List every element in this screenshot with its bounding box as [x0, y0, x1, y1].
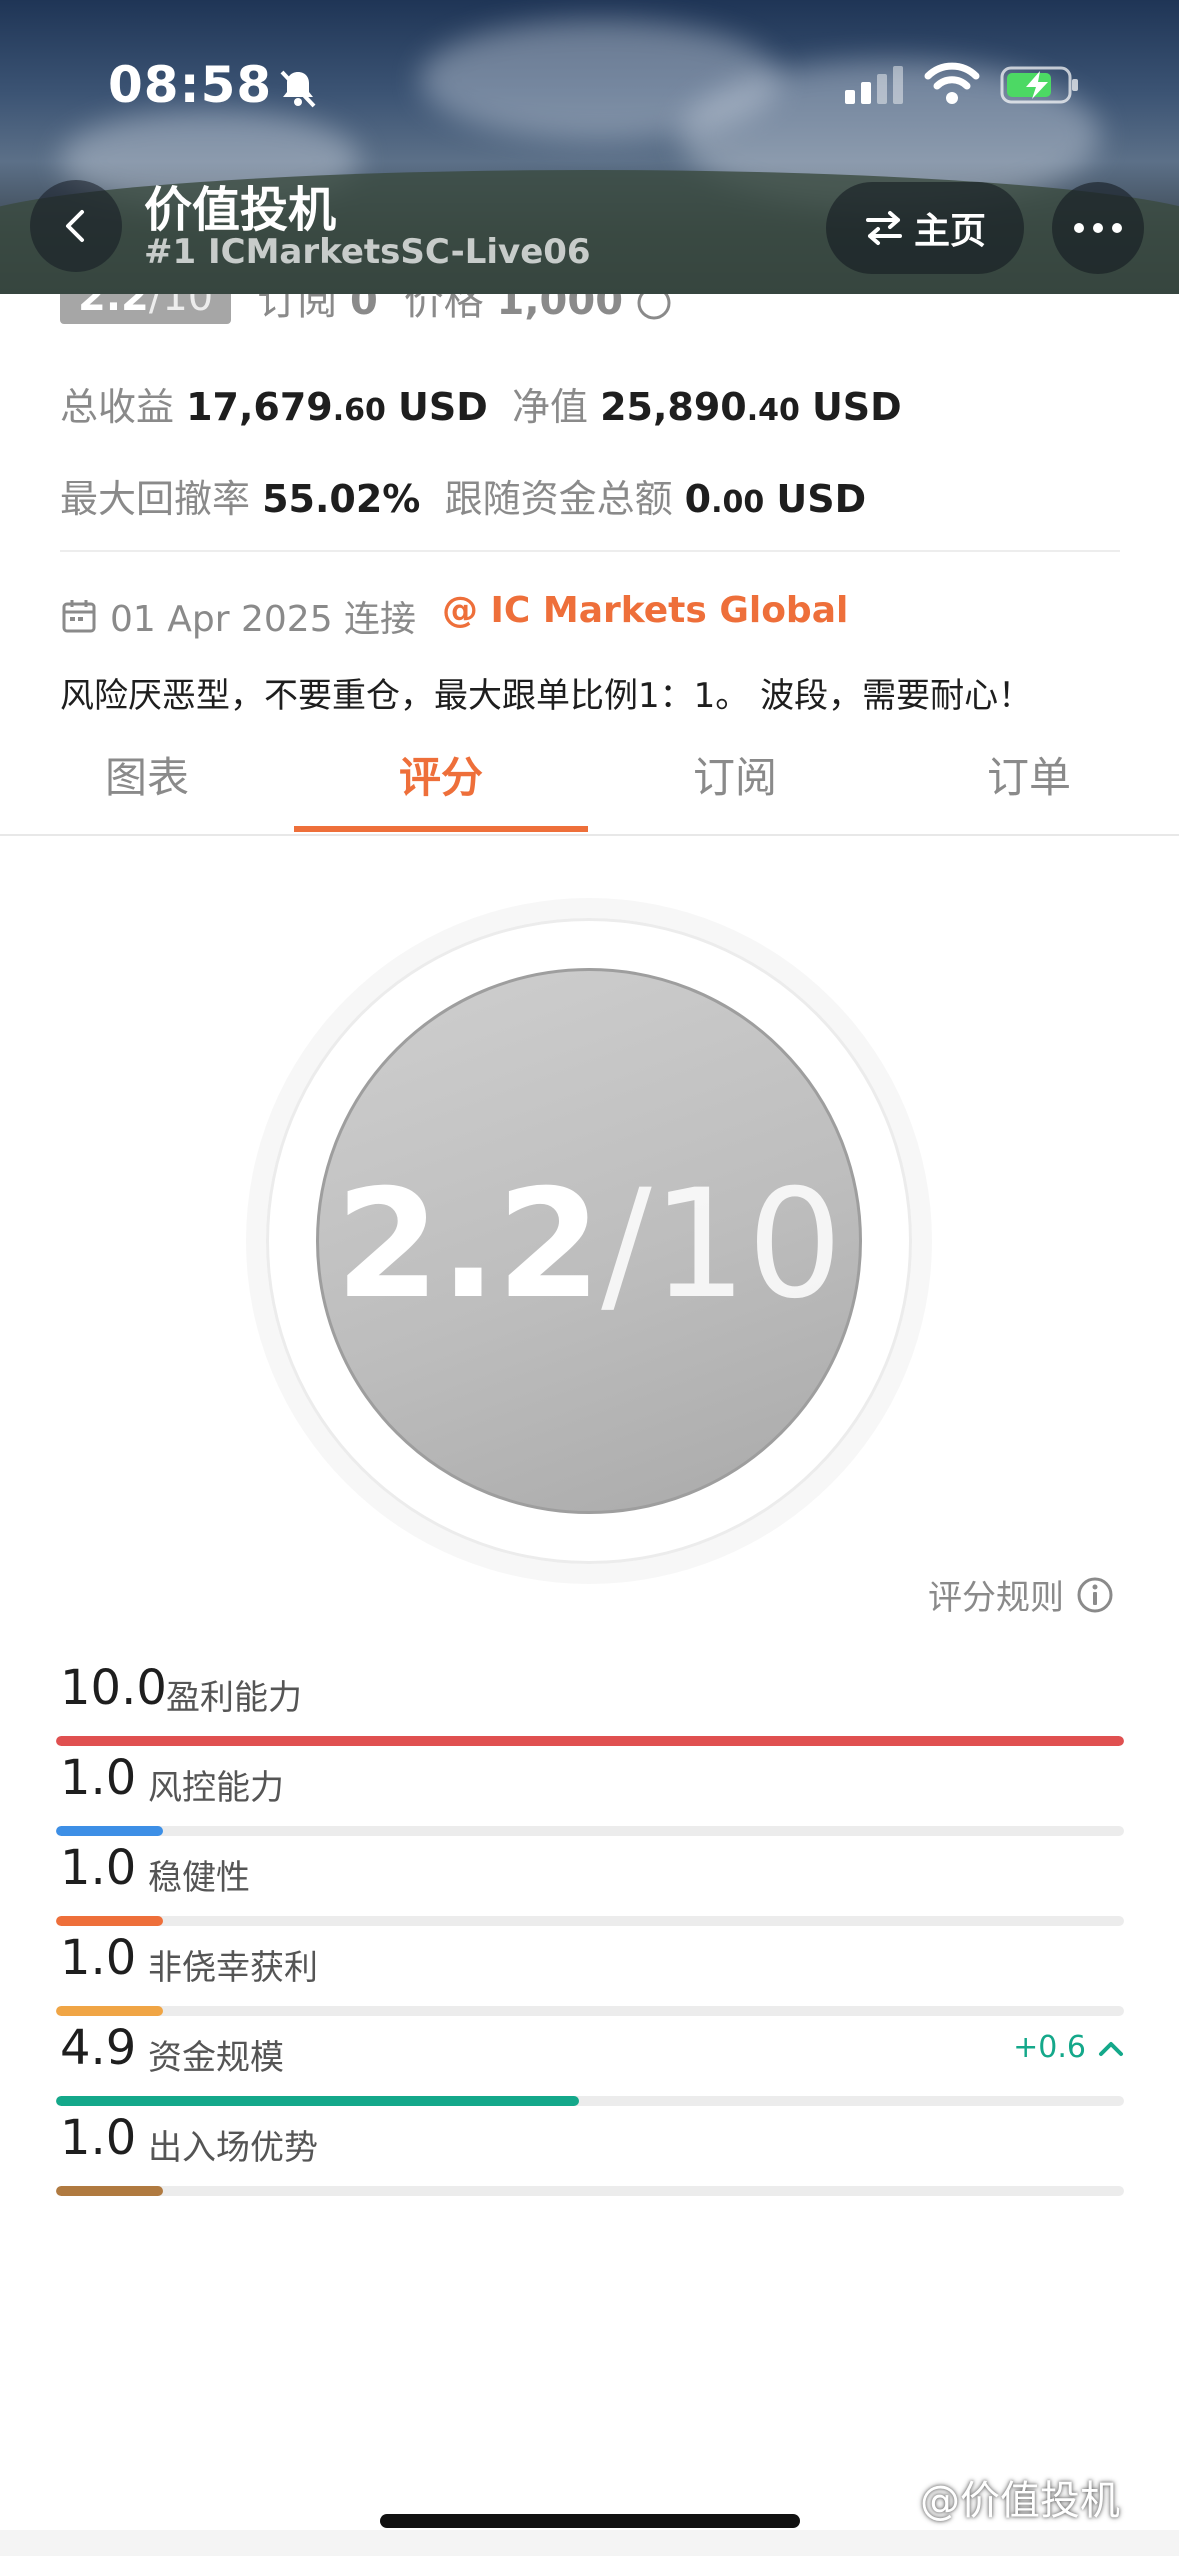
metric-delta: +0.6: [1013, 2030, 1124, 2065]
max-drawdown-value: 55.02%: [262, 477, 421, 521]
metric-delta-text: +0.6: [1013, 2030, 1086, 2065]
metric-label: 非侥幸获利: [148, 1948, 318, 1988]
metric-bar-track: [56, 1916, 1124, 1926]
bottom-strip: [0, 2530, 1179, 2556]
subscribe-label: 订阅: [257, 294, 338, 324]
metric-value: 1.0: [60, 2110, 137, 2166]
price-label: 价格: [403, 294, 484, 324]
metric-label: 盈利能力: [166, 1678, 302, 1718]
chevron-up-icon[interactable]: [1098, 2039, 1124, 2057]
metric-label: 稳健性: [148, 1858, 250, 1898]
coin-icon: [637, 294, 671, 320]
metric-label: 资金规模: [148, 2038, 284, 2078]
home-indicator: [380, 2514, 800, 2528]
follow-total-currency: USD: [776, 477, 867, 521]
drawdown-row: 最大回撤率 55.02% 跟随资金总额 0.00 USD: [60, 468, 866, 523]
follow-total-label: 跟随资金总额: [444, 477, 673, 521]
tab-bar: 图表 评分 订阅 订单: [0, 730, 1179, 836]
metric-bar-fill: [56, 1916, 163, 1926]
price-value: 1,000: [496, 294, 624, 324]
net-value-label: 净值: [511, 385, 588, 429]
tab-subscribe[interactable]: 订阅: [588, 744, 882, 805]
metric-label: 风控能力: [148, 1768, 284, 1808]
total-profit-decimals: .60: [332, 393, 386, 428]
overall-score: 2.2/10: [316, 1170, 862, 1320]
more-options-button[interactable]: [1052, 182, 1144, 274]
page-title: 价值投机: [144, 182, 337, 238]
profit-row: 总收益 17,679.60 USD 净值 25,890.40 USD: [60, 376, 902, 431]
tab-rating[interactable]: 评分: [294, 744, 588, 805]
info-icon: [1077, 1577, 1113, 1612]
status-time: 08:58: [108, 56, 273, 114]
watermark: @价值投机: [920, 2478, 1120, 2524]
metric-value: 1.0: [60, 1750, 137, 1806]
metric-bar-fill: [56, 2006, 163, 2016]
active-tab-indicator: [294, 826, 588, 832]
cellular-signal-icon: [845, 66, 903, 104]
net-value-decimals: .40: [746, 393, 800, 428]
swap-arrows-icon: [865, 211, 902, 245]
metric-bar-fill: [56, 1736, 1124, 1746]
metric-value: 10.0: [60, 1660, 167, 1716]
overall-score-value: 2.2: [335, 1158, 602, 1332]
metric-bar-track: [56, 1736, 1124, 1746]
metric-bar-track: [56, 2096, 1124, 2106]
total-profit-currency: USD: [398, 385, 488, 429]
rating-rules-label: 评分规则: [928, 1578, 1064, 1618]
metric-bar-fill: [56, 1826, 163, 1836]
metric-label: 出入场优势: [148, 2128, 318, 2168]
metric-value: 4.9: [60, 2020, 137, 2076]
total-profit-value: 17,679: [186, 385, 333, 429]
connect-date-text: 01 Apr 2025 连接: [110, 599, 417, 640]
net-value-currency: USD: [811, 385, 902, 429]
chevron-left-icon: [66, 210, 84, 242]
metric-value: 1.0: [60, 1930, 137, 1986]
home-button-label: 主页: [913, 211, 986, 252]
bell-muted-icon: [280, 70, 316, 108]
tab-chart[interactable]: 图表: [0, 744, 294, 805]
metric-bar-fill: [56, 2096, 580, 2106]
metric-value: 1.0: [60, 1840, 137, 1896]
metric-bar-fill: [56, 2186, 163, 2196]
battery-charging-icon: [1000, 66, 1078, 104]
summary-row: 2.2/10 订阅 0 价格 1,000: [60, 294, 1160, 328]
net-value-value: 25,890: [600, 385, 747, 429]
home-button[interactable]: 主页: [826, 182, 1024, 274]
back-button[interactable]: [30, 180, 122, 272]
overall-score-denominator: /10: [601, 1158, 843, 1332]
connect-date: 01 Apr 2025 连接: [60, 590, 416, 642]
metric-bar-track: [56, 2186, 1124, 2196]
follow-total-value: 0: [684, 477, 712, 521]
more-dots-icon: [1074, 223, 1122, 233]
total-profit-label: 总收益: [60, 385, 175, 429]
max-drawdown-label: 最大回撤率: [60, 477, 251, 521]
metric-bar-track: [56, 1826, 1124, 1836]
follow-total-decimals: .00: [711, 485, 765, 520]
metric-row: 1.0 出入场优势: [56, 2110, 1124, 2230]
account-subtitle: #1 ICMarketsSC-Live06: [144, 232, 591, 272]
strategy-description: 风险厌恶型，不要重仓，最大跟单比例1：1。 波段，需要耐心！: [60, 676, 1033, 716]
subscribe-count: 0: [349, 294, 378, 324]
tab-orders[interactable]: 订单: [882, 744, 1176, 805]
metric-bar-track: [56, 2006, 1124, 2016]
broker-link[interactable]: @ IC Markets Global: [442, 590, 848, 631]
calendar-icon: [62, 600, 96, 633]
divider: [60, 550, 1120, 552]
rating-rules-link[interactable]: 评分规则: [928, 1570, 1114, 1619]
score-chip: 2.2/10: [60, 294, 232, 324]
wifi-icon: [924, 62, 980, 104]
